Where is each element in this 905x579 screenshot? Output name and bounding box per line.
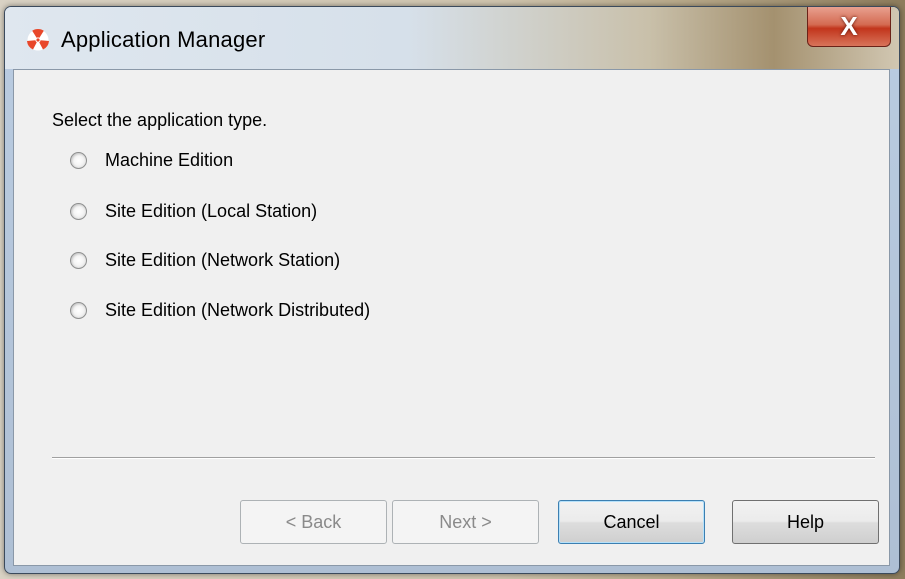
option-site-edition-local[interactable]: Site Edition (Local Station) [70, 199, 317, 223]
radio-button[interactable] [70, 151, 87, 169]
prompt-text: Select the application type. [52, 110, 268, 130]
radio-button[interactable] [70, 202, 87, 220]
option-site-edition-network-station[interactable]: Site Edition (Network Station) [70, 248, 340, 272]
back-button[interactable]: < Back [240, 500, 387, 544]
divider [52, 457, 875, 459]
option-label: Site Edition (Network Distributed) [105, 299, 371, 320]
close-icon: X [840, 11, 858, 41]
window-title: Application Manager [61, 27, 266, 52]
radiation-trefoil-icon [27, 29, 49, 51]
radio-button[interactable] [70, 301, 87, 319]
next-button[interactable]: Next > [392, 500, 539, 544]
option-label: Site Edition (Local Station) [105, 200, 318, 221]
option-machine-edition[interactable]: Machine Edition [70, 148, 233, 172]
option-label: Machine Edition [105, 149, 234, 170]
cancel-button[interactable]: Cancel [558, 500, 705, 544]
dialog-body: Select the application type. Machine Edi… [13, 69, 890, 566]
radio-button[interactable] [70, 251, 87, 269]
title-bar[interactable]: Application Manager X [5, 7, 899, 69]
help-button[interactable]: Help [732, 500, 879, 544]
option-site-edition-network-distributed[interactable]: Site Edition (Network Distributed) [70, 298, 370, 322]
close-button[interactable]: X [807, 7, 891, 47]
application-manager-window: Application Manager X Select the applica… [4, 6, 900, 574]
option-label: Site Edition (Network Station) [105, 249, 341, 270]
